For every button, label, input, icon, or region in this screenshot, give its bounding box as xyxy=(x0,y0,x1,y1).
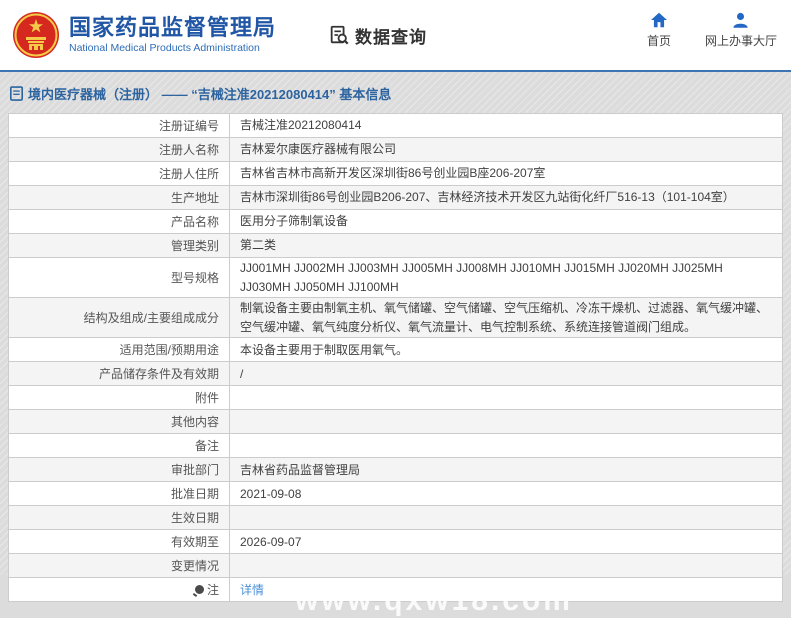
row-value: / xyxy=(229,361,783,387)
table-row: 批准日期 2021-09-08 xyxy=(8,481,783,507)
table-row: 附件 xyxy=(8,385,783,411)
table-row: 变更情况 xyxy=(8,553,783,579)
row-value: 本设备主要用于制取医用氧气。 xyxy=(229,337,783,363)
org-name-zh: 国家药品监督管理局 xyxy=(69,15,277,40)
table-row: 生产地址 吉林市深圳街86号创业园B206-207、吉林经济技术开发区九站街化纤厂… xyxy=(8,185,783,210)
row-label: 注册证编号 xyxy=(8,113,230,138)
data-query-label: 数据查询 xyxy=(355,27,428,47)
note-icon xyxy=(194,585,204,595)
row-label: 产品名称 xyxy=(8,209,230,234)
row-value: 医用分子筛制氧设备 xyxy=(229,209,783,234)
row-label: 管理类别 xyxy=(8,233,230,258)
row-value: JJ001MH JJ002MH JJ003MH JJ005MH JJ008MH … xyxy=(229,256,783,299)
row-value: 吉林省吉林市高新开发区深圳街86号创业园B座206-207室 xyxy=(229,161,783,186)
row-label: 生产地址 xyxy=(8,185,230,210)
table-row: 产品储存条件及有效期 / xyxy=(8,361,783,387)
document-search-icon xyxy=(330,25,349,45)
nav-service-hall-label: 网上办事大厅 xyxy=(704,34,777,48)
row-label: 批准日期 xyxy=(8,481,230,507)
detail-link[interactable]: 详情 xyxy=(240,583,264,597)
table-row: 型号规格 JJ001MH JJ002MH JJ003MH JJ005MH JJ00… xyxy=(8,256,783,299)
row-label: 审批部门 xyxy=(8,457,230,483)
row-label: 产品储存条件及有效期 xyxy=(8,361,230,387)
row-label: 生效日期 xyxy=(8,505,230,531)
data-query-nav[interactable]: 数据查询 xyxy=(328,23,427,48)
table-row: 注详情 xyxy=(8,577,783,603)
document-icon xyxy=(10,86,23,101)
row-label: 结构及组成/主要组成成分 xyxy=(8,297,230,339)
table-row: 管理类别 第二类 xyxy=(8,233,783,258)
national-emblem-logo xyxy=(13,12,59,58)
table-row: 注册人住所 吉林省吉林市高新开发区深圳街86号创业园B座206-207室 xyxy=(8,161,783,186)
row-value xyxy=(229,409,783,435)
org-name-en: National Medical Products Administration xyxy=(69,42,260,54)
row-value xyxy=(229,505,783,531)
row-label: 变更情况 xyxy=(8,553,230,579)
row-label: 注册人名称 xyxy=(8,137,230,162)
row-value: 2021-09-08 xyxy=(229,481,783,507)
top-nav: 首页 网上办事大厅 xyxy=(647,12,777,49)
nav-service-hall[interactable]: 网上办事大厅 xyxy=(705,12,777,49)
row-label: 附件 xyxy=(8,385,230,411)
registration-info-table: 注册证编号 吉械注准20212080414 注册人名称 吉林爱尔康医疗器械有限公司 注册… xyxy=(8,113,783,603)
row-value: 吉林市深圳街86号创业园B206-207、吉林经济技术开发区九站街化纤厂516-… xyxy=(229,185,783,210)
row-value: 详情 xyxy=(229,577,783,603)
home-icon xyxy=(650,12,667,28)
table-row: 其他内容 xyxy=(8,409,783,435)
nav-home[interactable]: 首页 xyxy=(647,12,671,49)
row-value xyxy=(229,553,783,579)
table-row: 注册人名称 吉林爱尔康医疗器械有限公司 xyxy=(8,137,783,162)
table-row: 生效日期 xyxy=(8,505,783,531)
table-row: 结构及组成/主要组成成分 制氧设备主要由制氧主机、氧气储罐、空气储罐、空气压缩机、… xyxy=(8,297,783,339)
breadcrumb: 境内医疗器械（注册） —— “吉械注准20212080414” 基本信息 xyxy=(0,72,791,113)
row-label: 型号规格 xyxy=(8,256,230,299)
brand: 国家药品监督管理局 National Medical Products Admi… xyxy=(12,11,276,59)
row-label: 适用范围/预期用途 xyxy=(8,337,230,363)
table-row: 适用范围/预期用途 本设备主要用于制取医用氧气。 xyxy=(8,337,783,363)
row-value: 2026-09-07 xyxy=(229,529,783,555)
row-value: 吉械注准20212080414 xyxy=(229,113,783,138)
table-row: 备注 xyxy=(8,433,783,459)
row-value: 制氧设备主要由制氧主机、氧气储罐、空气储罐、空气压缩机、冷冻干燥机、过滤器、氧气… xyxy=(229,297,783,339)
breadcrumb-text: 境内医疗器械（注册） —— “吉械注准20212080414” 基本信息 xyxy=(28,87,392,102)
table-row: 审批部门 吉林省药品监督管理局 xyxy=(8,457,783,483)
row-label: 其他内容 xyxy=(8,409,230,435)
brand-text: 国家药品监督管理局 National Medical Products Admi… xyxy=(69,15,276,55)
row-label: 有效期至 xyxy=(8,529,230,555)
row-label: 注 xyxy=(8,577,230,603)
table-row: 有效期至 2026-09-07 xyxy=(8,529,783,555)
person-icon xyxy=(733,12,749,28)
nav-home-label: 首页 xyxy=(646,34,671,48)
content-area: 境内医疗器械（注册） —— “吉械注准20212080414” 基本信息 注册证… xyxy=(0,72,791,617)
row-value: 吉林省药品监督管理局 xyxy=(229,457,783,483)
table-row: 注册证编号 吉械注准20212080414 xyxy=(8,113,783,138)
site-header: 国家药品监督管理局 National Medical Products Admi… xyxy=(0,0,791,72)
row-label: 备注 xyxy=(8,433,230,459)
row-value: 吉林爱尔康医疗器械有限公司 xyxy=(229,137,783,162)
row-value: 第二类 xyxy=(229,233,783,258)
row-value xyxy=(229,385,783,411)
table-row: 产品名称 医用分子筛制氧设备 xyxy=(8,209,783,234)
row-label: 注册人住所 xyxy=(8,161,230,186)
row-value xyxy=(229,433,783,459)
info-table-body: 注册证编号 吉械注准20212080414 注册人名称 吉林爱尔康医疗器械有限公司 注册… xyxy=(8,113,783,603)
